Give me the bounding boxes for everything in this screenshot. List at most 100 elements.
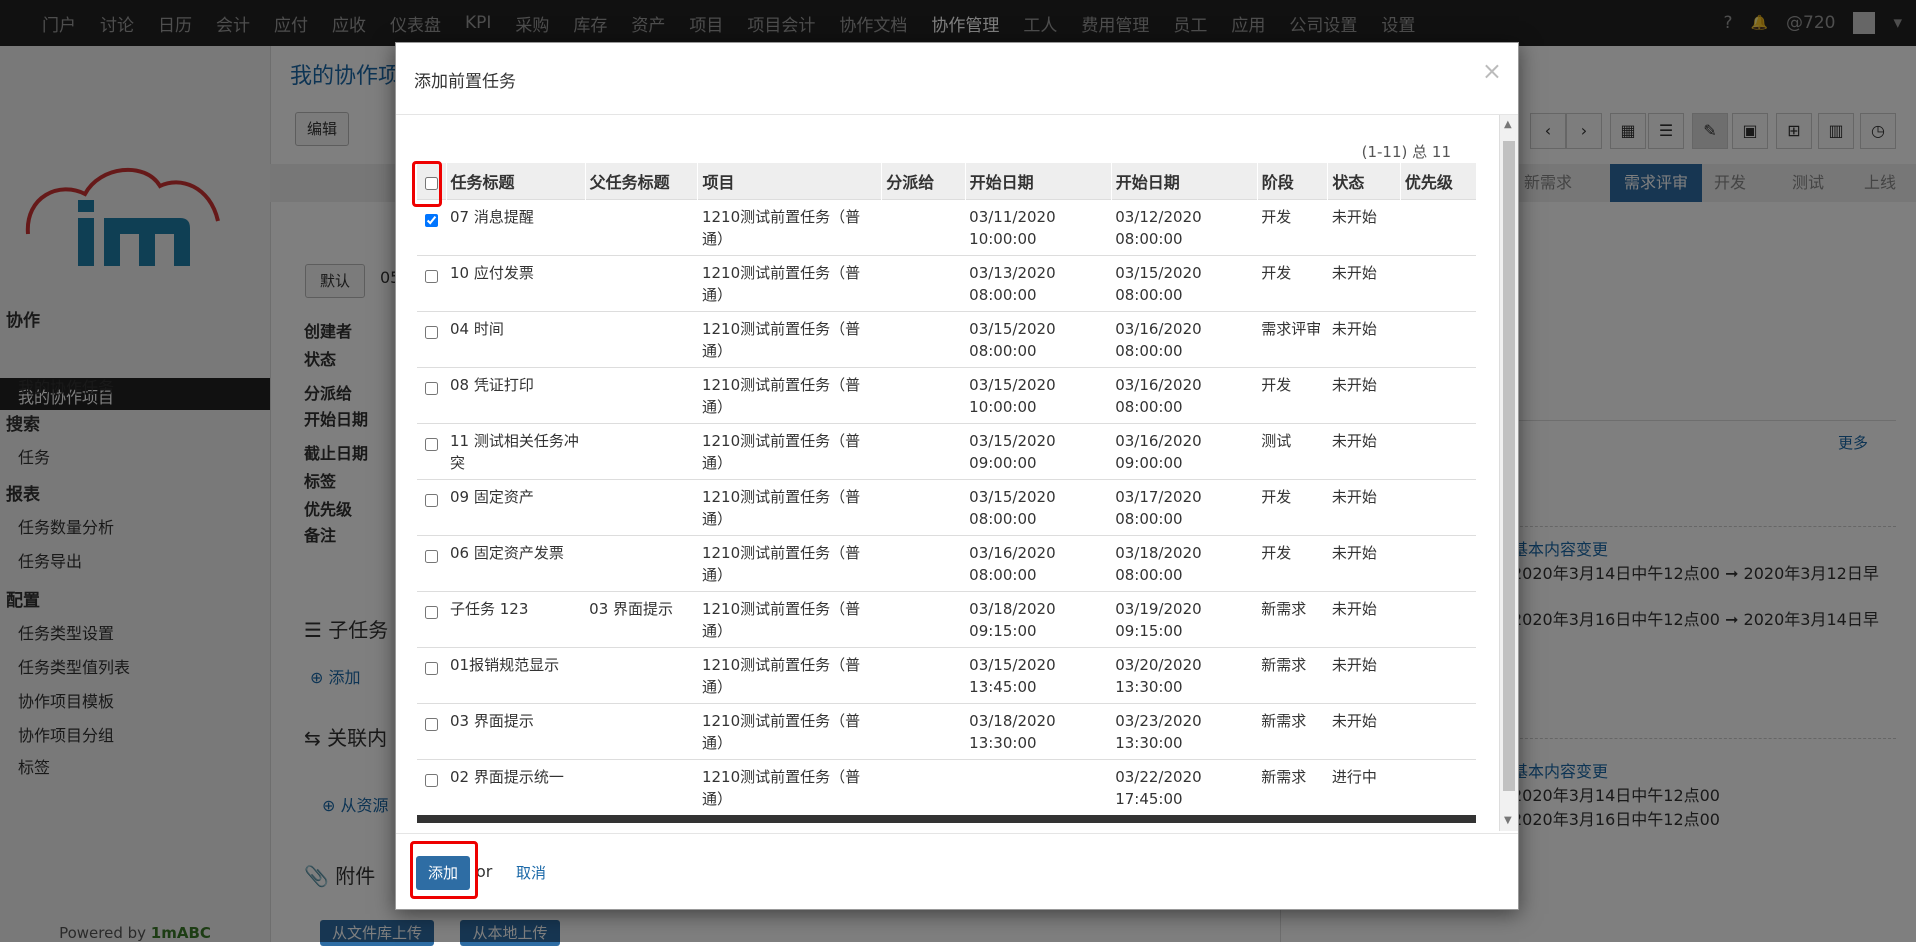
row-checkbox[interactable]: [424, 774, 438, 787]
cell-project: 1210测试前置任务（普通）: [697, 423, 882, 480]
cell-status: 未开始: [1327, 647, 1401, 704]
cell-status: 未开始: [1327, 367, 1401, 424]
row-select-cell: [416, 703, 446, 760]
cell-priority: [1400, 535, 1476, 592]
cell-status: 未开始: [1327, 703, 1401, 760]
cell-parent: [585, 759, 698, 823]
cell-end: 03/16/2020 09:00:00: [1111, 423, 1258, 480]
cell-end: 03/17/2020 08:00:00: [1111, 479, 1258, 536]
cell-status: 未开始: [1327, 535, 1401, 592]
cell-stage: 新需求: [1257, 759, 1328, 823]
column-header[interactable]: 状态: [1327, 163, 1401, 200]
cell-status: 未开始: [1327, 479, 1401, 536]
cell-project: 1210测试前置任务（普通）: [697, 591, 882, 648]
cell-assignee: [881, 423, 966, 480]
cell-title: 11 测试相关任务冲突: [446, 423, 586, 480]
cell-stage: 开发: [1257, 255, 1328, 312]
table-row[interactable]: 09 固定资产 1210测试前置任务（普通） 03/15/2020 08:00:00…: [416, 479, 1476, 536]
cell-parent: [585, 647, 698, 704]
cell-stage: 开发: [1257, 535, 1328, 592]
table-row[interactable]: 07 消息提醒 1210测试前置任务（普通） 03/11/2020 10:00:00…: [416, 199, 1476, 256]
scroll-up-icon[interactable]: ▲: [1504, 119, 1512, 130]
row-checkbox[interactable]: [424, 214, 438, 227]
row-checkbox[interactable]: [424, 606, 438, 619]
row-checkbox[interactable]: [424, 270, 438, 283]
cell-priority: [1400, 311, 1476, 368]
column-header[interactable]: 开始日期: [964, 163, 1112, 200]
scroll-down-icon[interactable]: ▼: [1504, 815, 1512, 826]
table-row[interactable]: 11 测试相关任务冲突 1210测试前置任务（普通） 03/15/2020 09:0…: [416, 423, 1476, 480]
table-row[interactable]: 子任务 123 03 界面提示 1210测试前置任务（普通） 03/18/2020 0…: [416, 591, 1476, 648]
modal-header: 添加前置任务 ×: [396, 43, 1518, 115]
table-row[interactable]: 01报销规范显示 1210测试前置任务（普通） 03/15/2020 13:45:0…: [416, 647, 1476, 704]
row-checkbox[interactable]: [424, 326, 438, 339]
table-row[interactable]: 04 时间 1210测试前置任务（普通） 03/15/2020 08:00:00 03…: [416, 311, 1476, 368]
cell-start: 03/16/2020 08:00:00: [965, 535, 1112, 592]
row-checkbox[interactable]: [424, 494, 438, 507]
cell-start: 03/18/2020 13:30:00: [965, 703, 1112, 760]
annotation-highlight-add-button: [410, 841, 478, 899]
cell-parent: [585, 479, 698, 536]
row-checkbox[interactable]: [424, 382, 438, 395]
column-header[interactable]: 分派给: [881, 163, 966, 200]
cell-parent: [585, 367, 698, 424]
table-row[interactable]: 10 应付发票 1210测试前置任务（普通） 03/13/2020 08:00:00…: [416, 255, 1476, 312]
add-predecessor-modal: 添加前置任务 × (1-11) 总 11 任务标题 父任务标题 项目 分派给 开始日期开…: [395, 42, 1519, 910]
cell-parent: [585, 423, 698, 480]
scrollbar-thumb[interactable]: [1503, 141, 1515, 791]
column-header[interactable]: 父任务标题: [584, 163, 698, 200]
column-header[interactable]: 优先级: [1399, 163, 1476, 200]
row-checkbox[interactable]: [424, 718, 438, 731]
cell-end: 03/15/2020 08:00:00: [1111, 255, 1258, 312]
cell-status: 未开始: [1327, 199, 1401, 256]
row-checkbox[interactable]: [424, 550, 438, 563]
cell-end: 03/12/2020 08:00:00: [1111, 199, 1258, 256]
table-row[interactable]: 06 固定资产发票 1210测试前置任务（普通） 03/16/2020 08:00:…: [416, 535, 1476, 592]
column-header[interactable]: 项目: [697, 163, 882, 200]
cell-title: 子任务 123: [446, 591, 586, 648]
cell-assignee: [881, 703, 966, 760]
cell-assignee: [881, 759, 966, 823]
cell-priority: [1400, 479, 1476, 536]
table-row[interactable]: 08 凭证打印 1210测试前置任务（普通） 03/15/2020 10:00:00…: [416, 367, 1476, 424]
cell-assignee: [881, 199, 966, 256]
table-row[interactable]: 03 界面提示 1210测试前置任务（普通） 03/18/2020 13:30:00…: [416, 703, 1476, 760]
pagination-info: (1-11) 总 11: [1361, 143, 1451, 161]
cell-start: 03/15/2020 08:00:00: [965, 479, 1112, 536]
cell-end: 03/22/2020 17:45:00: [1111, 759, 1258, 823]
cell-start: 03/15/2020 08:00:00: [965, 311, 1112, 368]
column-header[interactable]: 阶段: [1256, 163, 1328, 200]
cell-stage: 需求评审: [1257, 311, 1328, 368]
cell-title: 09 固定资产: [446, 479, 586, 536]
cell-title: 04 时间: [446, 311, 586, 368]
cell-assignee: [881, 479, 966, 536]
table-row[interactable]: 02 界面提示统一 1210测试前置任务（普通） 03/22/2020 17:45:…: [416, 759, 1476, 823]
row-select-cell: [416, 591, 446, 648]
column-header[interactable]: 任务标题: [445, 163, 586, 200]
cell-parent: [585, 199, 698, 256]
cancel-link[interactable]: 取消: [516, 862, 546, 883]
scrollbar[interactable]: ▲ ▼: [1499, 115, 1518, 831]
cell-title: 03 界面提示: [446, 703, 586, 760]
cell-status: 未开始: [1327, 591, 1401, 648]
cell-end: 03/16/2020 08:00:00: [1111, 367, 1258, 424]
cell-assignee: [881, 255, 966, 312]
cell-priority: [1400, 199, 1476, 256]
modal-title: 添加前置任务: [414, 72, 516, 92]
row-select-cell: [416, 423, 446, 480]
row-select-cell: [416, 647, 446, 704]
row-checkbox[interactable]: [424, 662, 438, 675]
cell-stage: 开发: [1257, 479, 1328, 536]
cell-priority: [1400, 255, 1476, 312]
row-select-cell: [416, 759, 446, 823]
cell-assignee: [881, 311, 966, 368]
close-icon[interactable]: ×: [1482, 57, 1502, 85]
cell-end: 03/19/2020 09:15:00: [1111, 591, 1258, 648]
cell-priority: [1400, 367, 1476, 424]
cell-project: 1210测试前置任务（普通）: [697, 255, 882, 312]
cell-stage: 测试: [1257, 423, 1328, 480]
row-checkbox[interactable]: [424, 438, 438, 451]
cell-status: 未开始: [1327, 255, 1401, 312]
row-select-cell: [416, 367, 446, 424]
column-header[interactable]: 开始日期: [1110, 163, 1258, 200]
